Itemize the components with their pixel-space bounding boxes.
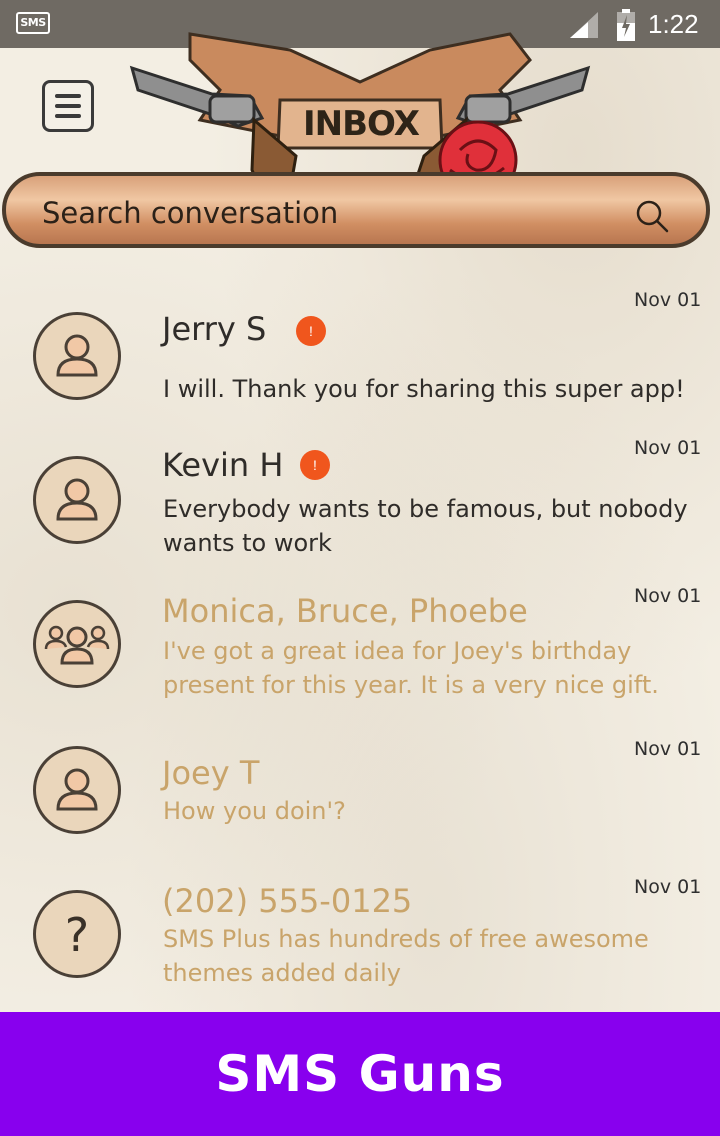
- sms-notification-icon: SMS: [16, 12, 50, 34]
- unknown-contact-icon[interactable]: ?: [33, 890, 121, 978]
- footer-title: SMS Guns: [215, 1045, 505, 1103]
- person-icon[interactable]: [33, 312, 121, 400]
- inbox-title: INBOX: [303, 104, 420, 144]
- message-snippet: SMS Plus has hundreds of free awesome th…: [163, 925, 649, 987]
- contact-name: Kevin H: [162, 446, 284, 484]
- conversation-item[interactable]: Nov 01 Monica, Bruce, Phoebe I've got a …: [0, 580, 720, 730]
- conversation-date: Nov 01: [634, 585, 702, 607]
- contact-name: Joey T: [162, 754, 260, 792]
- message-snippet: I will. Thank you for sharing this super…: [163, 375, 685, 403]
- unread-badge: !: [300, 450, 330, 480]
- contact-name: Monica, Bruce, Phoebe: [162, 592, 528, 630]
- contact-name: (202) 555-0125: [162, 882, 413, 920]
- promo-footer: SMS Guns: [0, 1012, 720, 1136]
- conversation-item[interactable]: Nov 01 Kevin H ! Everybody wants to be f…: [0, 430, 720, 580]
- message-snippet: How you doin'?: [163, 797, 346, 825]
- conversation-date: Nov 01: [634, 738, 702, 760]
- hamburger-menu-icon[interactable]: [42, 80, 94, 132]
- person-icon[interactable]: [33, 746, 121, 834]
- battery-icon: [617, 9, 635, 41]
- contact-name: Jerry S: [162, 310, 267, 348]
- message-snippet: I've got a great idea for Joey's birthda…: [163, 637, 659, 699]
- conversation-item[interactable]: Nov 01 ? (202) 555-0125 SMS Plus has hun…: [0, 870, 720, 1012]
- conversation-date: Nov 01: [634, 876, 702, 898]
- group-icon[interactable]: [33, 600, 121, 688]
- conversation-date: Nov 01: [634, 437, 702, 459]
- message-snippet: Everybody wants to be famous, but nobody…: [163, 495, 688, 557]
- person-icon[interactable]: [33, 456, 121, 544]
- status-time: 1:22: [648, 9, 699, 39]
- conversation-date: Nov 01: [634, 289, 702, 311]
- unread-badge: !: [296, 316, 326, 346]
- search-icon[interactable]: [634, 198, 670, 234]
- conversation-item[interactable]: Nov 01 Jerry S ! I will. Thank you for s…: [0, 280, 720, 430]
- svg-text:?: ?: [65, 908, 89, 962]
- search-bar[interactable]: Search conversation: [2, 172, 710, 248]
- search-input[interactable]: Search conversation: [42, 196, 338, 230]
- conversation-item[interactable]: Nov 01 Joey T How you doin'?: [0, 730, 720, 870]
